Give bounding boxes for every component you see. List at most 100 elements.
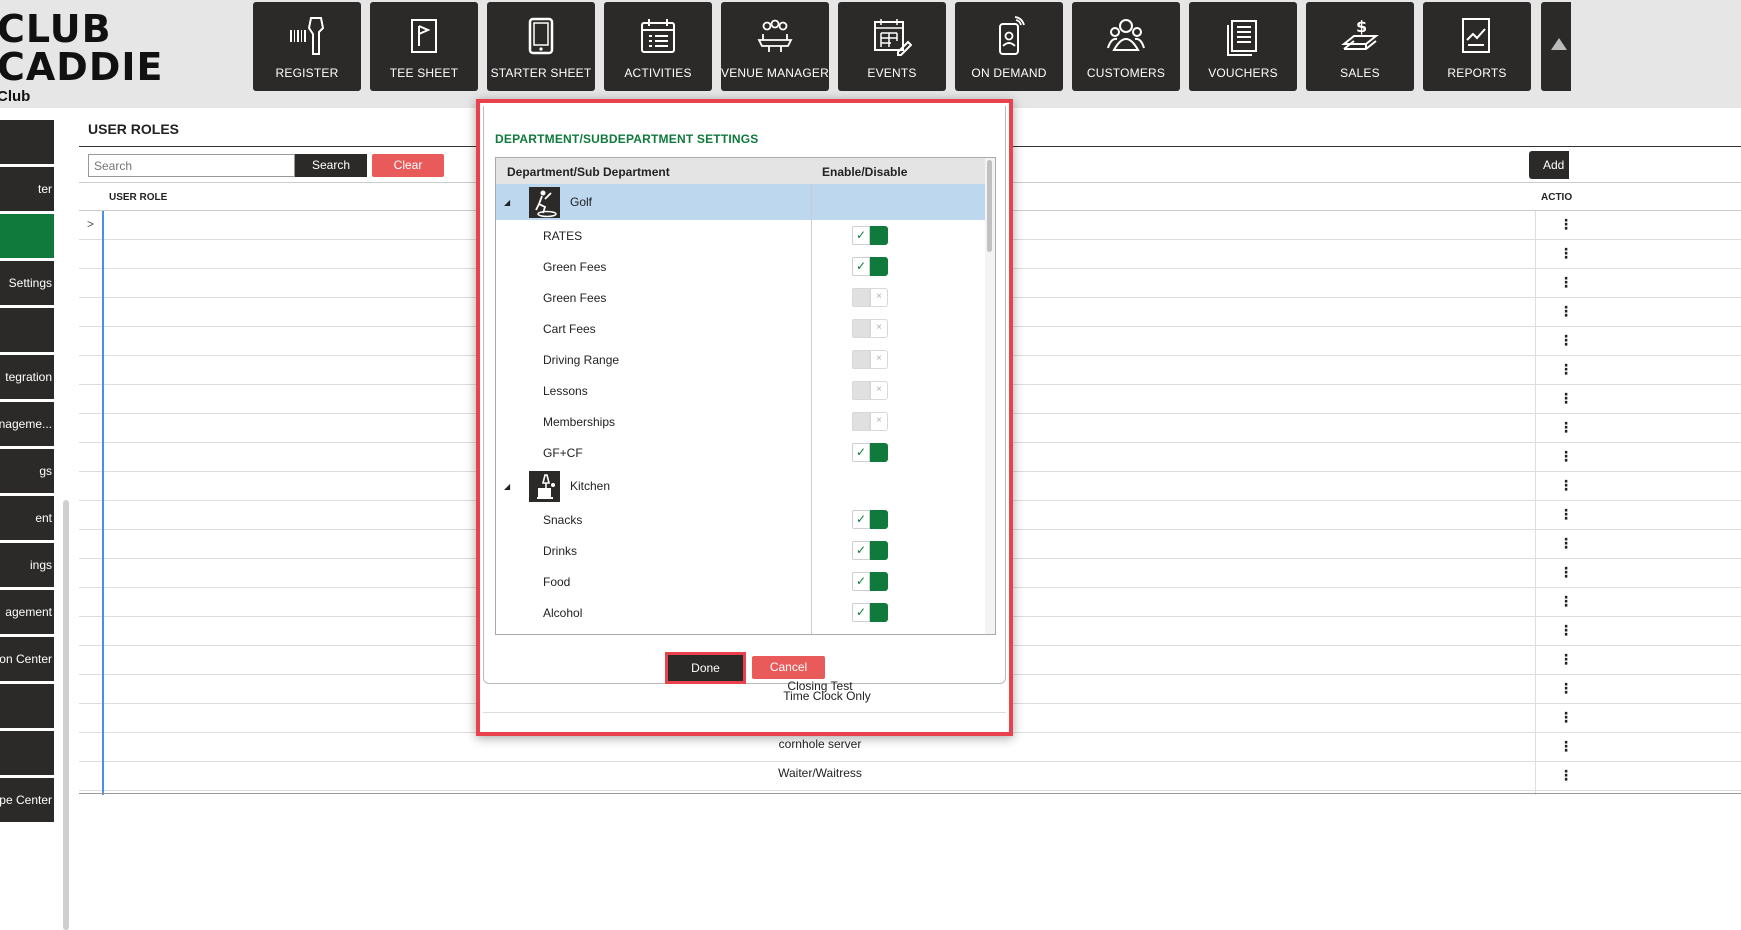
sidebar-item[interactable]: ter [0,167,54,211]
enable-toggle[interactable]: ✓ [852,603,888,622]
tree-subdepartment-row[interactable]: Driving Range × [496,344,985,375]
search-button[interactable]: Search [295,154,367,177]
group-name: Kitchen [570,479,611,493]
nav-sales-button[interactable]: $ SALES [1306,2,1414,91]
sidebar-item[interactable]: pe Center [0,778,54,822]
enable-toggle[interactable]: ✓ [852,572,888,591]
sidebar-item[interactable]: anageme... [0,402,54,446]
row-actions-menu-icon[interactable]: ⋮ [1559,217,1573,231]
club-caddie-logo[interactable]: CLUB CADDIE Club [0,10,177,110]
sidebar-item-label: tegration [5,370,52,384]
column-divider [102,211,104,795]
nav-customers-button[interactable]: CUSTOMERS [1072,2,1180,91]
enable-toggle[interactable]: ✓ [852,510,888,529]
nav-reports-button[interactable]: REPORTS [1423,2,1531,91]
sidebar-item[interactable]: ings [0,543,54,587]
table-row[interactable]: ⋮ [79,762,1741,791]
nav-tee-sheet-button[interactable]: TEE SHEET [370,2,478,91]
sidebar-item[interactable] [0,120,54,164]
nav-overflow-button[interactable] [1541,2,1571,91]
tree-group-kitchen[interactable]: ◢ Kitchen [496,468,985,504]
add-button[interactable]: Add [1529,151,1569,179]
row-actions-menu-icon[interactable]: ⋮ [1559,275,1573,289]
row-actions-menu-icon[interactable]: ⋮ [1559,681,1573,695]
sidebar-item[interactable]: gs [0,449,54,493]
tree-subdepartment-row[interactable]: Food ✓ [496,566,985,597]
toggle-off-half [852,319,870,338]
sidebar-item[interactable]: tegration [0,355,54,399]
row-actions-menu-icon[interactable]: ⋮ [1559,565,1573,579]
enable-toggle[interactable]: × [852,288,888,307]
row-expand-arrow[interactable]: > [87,217,94,231]
row-actions-menu-icon[interactable]: ⋮ [1559,391,1573,405]
table-row[interactable]: ⋮ [79,733,1741,762]
tree-subdepartment-row[interactable]: Snacks ✓ [496,504,985,535]
row-actions-menu-icon[interactable]: ⋮ [1559,536,1573,550]
row-actions-menu-icon[interactable]: ⋮ [1559,420,1573,434]
row-actions-menu-icon[interactable]: ⋮ [1559,362,1573,376]
sidebar-item[interactable]: ent [0,496,54,540]
clear-button[interactable]: Clear [372,154,444,177]
row-actions-menu-icon[interactable]: ⋮ [1559,710,1573,724]
sidebar-item[interactable] [0,731,54,775]
tree-subdepartment-row[interactable]: GF+CF ✓ [496,437,985,468]
nav-events-button[interactable]: EVENTS [838,2,946,91]
tree-group-golf[interactable]: ◢ Golf [496,184,985,220]
row-actions-menu-icon[interactable]: ⋮ [1559,478,1573,492]
tree-subdepartment-row[interactable]: Green Fees × [496,282,985,313]
subdepartment-name: Green Fees [543,291,607,305]
row-actions-menu-icon[interactable]: ⋮ [1559,246,1573,260]
tree-subdepartment-row[interactable]: Green Fees ✓ [496,251,985,282]
row-actions-menu-icon[interactable]: ⋮ [1559,768,1573,782]
done-button[interactable]: Done [665,652,746,684]
row-actions-menu-icon[interactable]: ⋮ [1559,304,1573,318]
x-icon: × [870,319,888,338]
enable-toggle[interactable]: ✓ [852,443,888,462]
row-actions-menu-icon[interactable]: ⋮ [1559,507,1573,521]
nav-label: SALES [1340,66,1380,80]
tree-subdepartment-row[interactable]: Cart Fees × [496,313,985,344]
tree-subdepartment-row[interactable]: Memberships × [496,406,985,437]
sidebar-item[interactable] [0,214,54,258]
row-actions-menu-icon[interactable]: ⋮ [1559,652,1573,666]
search-input[interactable] [88,154,295,177]
top-navigation-bar: CLUB CADDIE Club REGISTER TEE SHEET STARTE… [0,0,1741,108]
cancel-button[interactable]: Cancel [752,656,825,679]
sidebar-item[interactable] [0,308,54,352]
row-actions-menu-icon[interactable]: ⋮ [1559,594,1573,608]
nav-venue-manager-button[interactable]: VENUE MANAGER [721,2,829,91]
column-header-user-role[interactable]: USER ROLE [109,192,167,203]
collapse-triangle-icon[interactable]: ◢ [504,482,510,491]
collapse-triangle-icon[interactable]: ◢ [504,198,510,207]
nav-register-button[interactable]: REGISTER [253,2,361,91]
nav-vouchers-button[interactable]: VOUCHERS [1189,2,1297,91]
tree-subdepartment-row[interactable]: Alcohol ✓ [496,597,985,628]
nav-starter-sheet-button[interactable]: STARTER SHEET [487,2,595,91]
enable-toggle[interactable]: ✓ [852,257,888,276]
row-actions-menu-icon[interactable]: ⋮ [1559,623,1573,637]
enable-toggle[interactable]: ✓ [852,226,888,245]
sidebar-item[interactable]: Settings [0,261,54,305]
sidebar-item[interactable]: on Center [0,637,54,681]
row-actions-menu-icon[interactable]: ⋮ [1559,333,1573,347]
enable-toggle[interactable]: ✓ [852,541,888,560]
tree-subdepartment-row[interactable]: Drinks ✓ [496,535,985,566]
scrollbar-thumb[interactable] [987,160,992,252]
tree-subdepartment-row[interactable]: Lessons × [496,375,985,406]
enable-toggle[interactable]: × [852,381,888,400]
nav-label: ACTIVITIES [624,66,692,80]
row-actions-menu-icon[interactable]: ⋮ [1559,739,1573,753]
meeting-table-icon [757,19,793,52]
enable-toggle[interactable]: × [852,412,888,431]
tree-subdepartment-row[interactable]: RATES ✓ [496,220,985,251]
sidebar-item[interactable]: agement [0,590,54,634]
row-actions-menu-icon[interactable]: ⋮ [1559,449,1573,463]
enable-toggle[interactable]: × [852,319,888,338]
sidebar-item[interactable] [0,684,54,728]
enable-toggle[interactable]: × [852,350,888,369]
tree-scrollbar[interactable] [985,158,995,634]
nav-on-demand-button[interactable]: ON DEMAND [955,2,1063,91]
sidebar-scrollbar[interactable] [63,500,69,930]
page-title: USER ROLES [88,121,180,137]
nav-activities-button[interactable]: ACTIVITIES [604,2,712,91]
